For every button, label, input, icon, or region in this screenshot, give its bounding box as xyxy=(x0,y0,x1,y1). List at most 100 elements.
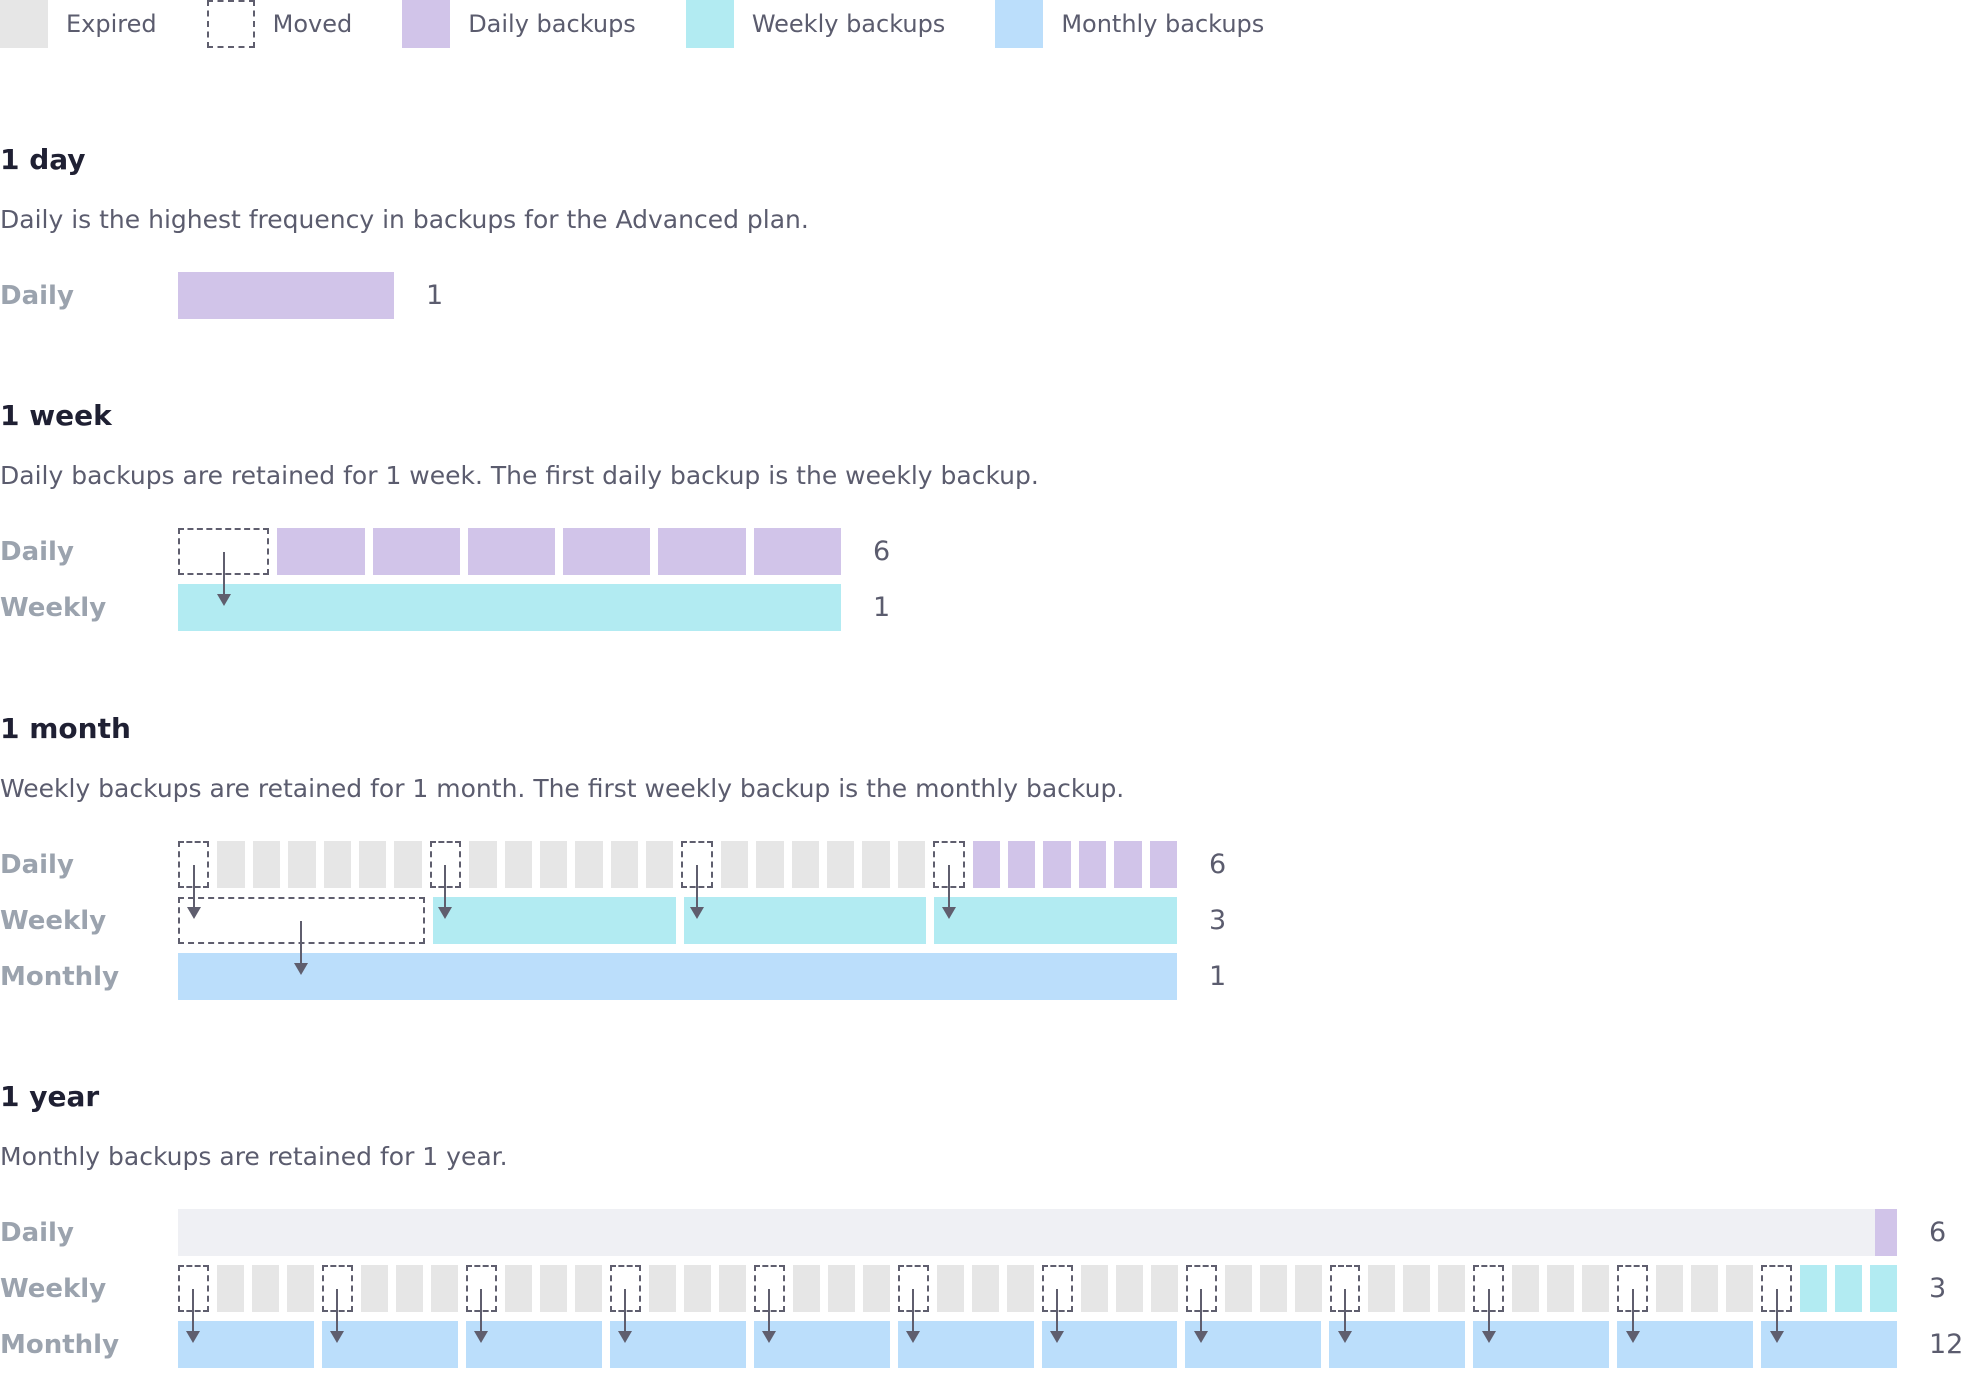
backup-count: 1 xyxy=(1209,961,1227,992)
section-1-month: 1 month Weekly backups are retained for … xyxy=(0,711,1226,1009)
backup-count: 12 xyxy=(1929,1329,1964,1360)
moved-backup-cell xyxy=(178,841,210,919)
daily-backup-cell xyxy=(658,528,746,575)
moved-backup-cell xyxy=(321,1265,353,1343)
row-label: Monthly xyxy=(0,1329,120,1360)
arrow-down-icon xyxy=(1194,1288,1209,1343)
row-monthly: Monthly 1 xyxy=(0,953,1226,1000)
backup-track xyxy=(178,272,394,319)
expired-backup-cell xyxy=(862,1265,890,1312)
expired-backup-cell xyxy=(1294,1265,1322,1312)
expired-backup-cell xyxy=(539,1265,567,1312)
expired-backup-cell xyxy=(216,1265,244,1312)
expired-bar-backup-cell xyxy=(178,1209,1875,1256)
expired-backup-cell xyxy=(610,841,639,888)
backup-count: 3 xyxy=(1929,1273,1947,1304)
retention-rows: Daily 6 Weekly 3 Monthly 12 xyxy=(0,1209,1963,1368)
arrow-down-icon xyxy=(1481,1288,1496,1343)
arrow-down-icon xyxy=(941,864,956,919)
monthly-backup-cell xyxy=(1473,1321,1610,1368)
expired-backup-cell xyxy=(323,841,351,888)
arrow-down-icon xyxy=(1337,1288,1352,1343)
expired-backup-cell xyxy=(827,1265,855,1312)
legend: Expired Moved Daily backups Weekly backu… xyxy=(0,0,1314,48)
expired-backup-cell xyxy=(1582,1265,1610,1312)
arrow-down-icon xyxy=(1050,1288,1065,1343)
moved-backup-cell xyxy=(1329,1265,1361,1343)
arrow-down-icon xyxy=(474,1288,489,1343)
expired-backup-cell xyxy=(683,1265,711,1312)
expired-backup-cell xyxy=(217,841,245,888)
moved-backup-cell xyxy=(681,841,713,919)
arrow-down-icon xyxy=(1625,1288,1640,1343)
daily-backup-cell xyxy=(178,272,394,319)
monthly-backup-cell xyxy=(321,1321,458,1368)
arrow-down-icon xyxy=(690,864,705,919)
backup-count: 6 xyxy=(1209,849,1227,880)
expired-backup-cell xyxy=(1403,1265,1431,1312)
legend-label: Moved xyxy=(272,10,353,38)
section-1-week: 1 week Daily backups are retained for 1 … xyxy=(0,398,1039,640)
expired-backup-cell xyxy=(1438,1265,1466,1312)
arrow-down-icon xyxy=(906,1288,921,1343)
backup-track xyxy=(178,953,1177,1000)
expired-backup-cell xyxy=(1150,1265,1178,1312)
daily-backup-cell xyxy=(1043,841,1071,888)
expired-backup-cell xyxy=(504,1265,532,1312)
expired-backup-cell xyxy=(394,841,422,888)
expired-backup-cell xyxy=(791,841,820,888)
daily-backup-cell xyxy=(972,841,1000,888)
expired-backup-cell xyxy=(1547,1265,1575,1312)
monthly-backup-cell xyxy=(753,1321,890,1368)
arrow-down-icon xyxy=(216,551,231,606)
monthly-backup-cell xyxy=(1617,1321,1754,1368)
retention-rows: Daily 1 xyxy=(0,272,809,319)
backup-track xyxy=(178,1209,1897,1256)
expired-backup-cell xyxy=(646,841,674,888)
row-label: Daily xyxy=(0,536,74,567)
backup-track xyxy=(178,841,1177,919)
daily-sliver-backup-cell xyxy=(1875,1209,1897,1256)
daily-backup-cell xyxy=(372,528,460,575)
expired-backup-cell xyxy=(756,841,784,888)
daily-backup-cell xyxy=(467,528,556,575)
backup-count: 1 xyxy=(873,592,891,623)
legend-item-monthly: Monthly backups xyxy=(995,0,1264,48)
row-daily: Daily 6 xyxy=(0,841,1227,919)
legend-label: Weekly backups xyxy=(751,10,946,38)
section-1-year: 1 year Monthly backups are retained for … xyxy=(0,1079,1963,1377)
moved-backup-cell xyxy=(609,1265,641,1343)
expired-backup-cell xyxy=(792,1265,820,1312)
monthly-backup-cell xyxy=(178,953,1177,1000)
expired-backup-cell xyxy=(720,841,749,888)
section-title: 1 month xyxy=(0,712,131,745)
moved-backup-cell xyxy=(1761,1265,1793,1343)
expired-backup-cell xyxy=(1224,1265,1252,1312)
expired-backup-cell xyxy=(1259,1265,1287,1312)
moved-swatch xyxy=(206,0,255,48)
expired-backup-cell xyxy=(288,841,316,888)
expired-backup-cell xyxy=(648,1265,676,1312)
row-label: Weekly xyxy=(0,905,107,936)
monthly-backup-cell xyxy=(1329,1321,1466,1368)
row-weekly: Weekly 1 xyxy=(0,584,1039,631)
backup-count: 3 xyxy=(1209,905,1227,936)
section-title: 1 day xyxy=(0,143,86,176)
backup-count: 6 xyxy=(873,536,891,567)
legend-item-weekly: Weekly backups xyxy=(685,0,946,48)
daily-backup-cell xyxy=(1078,841,1107,888)
legend-item-expired: Expired xyxy=(0,0,157,48)
expired-backup-cell xyxy=(574,1265,602,1312)
section-description: Daily is the highest frequency in backup… xyxy=(0,205,809,234)
moved-backup-cell xyxy=(178,897,425,975)
row-weekly: Weekly 3 xyxy=(0,897,1227,975)
expired-backup-cell xyxy=(1115,1265,1143,1312)
expired-backup-cell xyxy=(286,1265,314,1312)
arrow-down-icon xyxy=(186,864,201,919)
arrow-down-icon xyxy=(294,920,309,975)
moved-backup-cell xyxy=(897,1265,929,1343)
daily-backup-cell xyxy=(563,528,651,575)
backup-track xyxy=(178,1265,1898,1343)
row-label: Daily xyxy=(0,849,74,880)
moved-backup-cell xyxy=(465,1265,497,1343)
